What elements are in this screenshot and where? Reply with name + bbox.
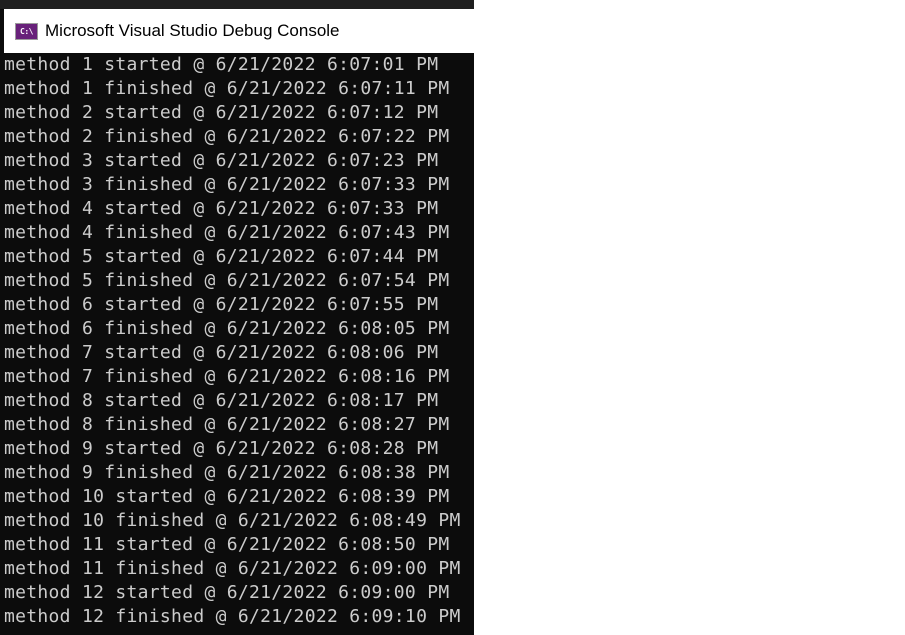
console-line: method 4 started @ 6/21/2022 6:07:33 PM (4, 198, 439, 219)
console-line: method 12 started @ 6/21/2022 6:09:00 PM (4, 582, 450, 603)
console-line: method 2 started @ 6/21/2022 6:07:12 PM (4, 102, 439, 123)
console-line: method 3 started @ 6/21/2022 6:07:23 PM (4, 150, 439, 171)
console-line: method 3 finished @ 6/21/2022 6:07:33 PM (4, 174, 450, 195)
console-line: method 10 started @ 6/21/2022 6:08:39 PM (4, 486, 450, 507)
title-bar[interactable]: C:\ Microsoft Visual Studio Debug Consol… (4, 9, 474, 53)
debug-console-window: C:\ Microsoft Visual Studio Debug Consol… (0, 0, 474, 635)
console-line: method 12 finished @ 6/21/2022 6:09:10 P… (4, 606, 461, 627)
console-line: method 4 finished @ 6/21/2022 6:07:43 PM (4, 222, 450, 243)
console-line: method 9 finished @ 6/21/2022 6:08:38 PM (4, 462, 450, 483)
console-line: method 9 started @ 6/21/2022 6:08:28 PM (4, 438, 439, 459)
console-line: method 11 started @ 6/21/2022 6:08:50 PM (4, 534, 450, 555)
console-line: method 11 finished @ 6/21/2022 6:09:00 P… (4, 558, 461, 579)
console-line: method 10 finished @ 6/21/2022 6:08:49 P… (4, 510, 461, 531)
console-line: method 7 started @ 6/21/2022 6:08:06 PM (4, 342, 439, 363)
console-line: method 6 started @ 6/21/2022 6:07:55 PM (4, 294, 439, 315)
console-line: method 8 finished @ 6/21/2022 6:08:27 PM (4, 414, 450, 435)
console-line: method 2 finished @ 6/21/2022 6:07:22 PM (4, 126, 450, 147)
console-app-icon: C:\ (15, 22, 38, 40)
console-line: method 7 finished @ 6/21/2022 6:08:16 PM (4, 366, 450, 387)
window-top-edge (0, 0, 474, 9)
window-title: Microsoft Visual Studio Debug Console (45, 21, 340, 40)
console-line: method 1 finished @ 6/21/2022 6:07:11 PM (4, 78, 450, 99)
console-line: method 6 finished @ 6/21/2022 6:08:05 PM (4, 318, 450, 339)
console-line: method 5 started @ 6/21/2022 6:07:44 PM (4, 246, 439, 267)
console-line: method 5 finished @ 6/21/2022 6:07:54 PM (4, 270, 450, 291)
console-line: method 8 started @ 6/21/2022 6:08:17 PM (4, 390, 439, 411)
console-output[interactable]: method 1 started @ 6/21/2022 6:07:01 PM … (4, 53, 474, 635)
console-line: method 1 started @ 6/21/2022 6:07:01 PM (4, 54, 439, 75)
